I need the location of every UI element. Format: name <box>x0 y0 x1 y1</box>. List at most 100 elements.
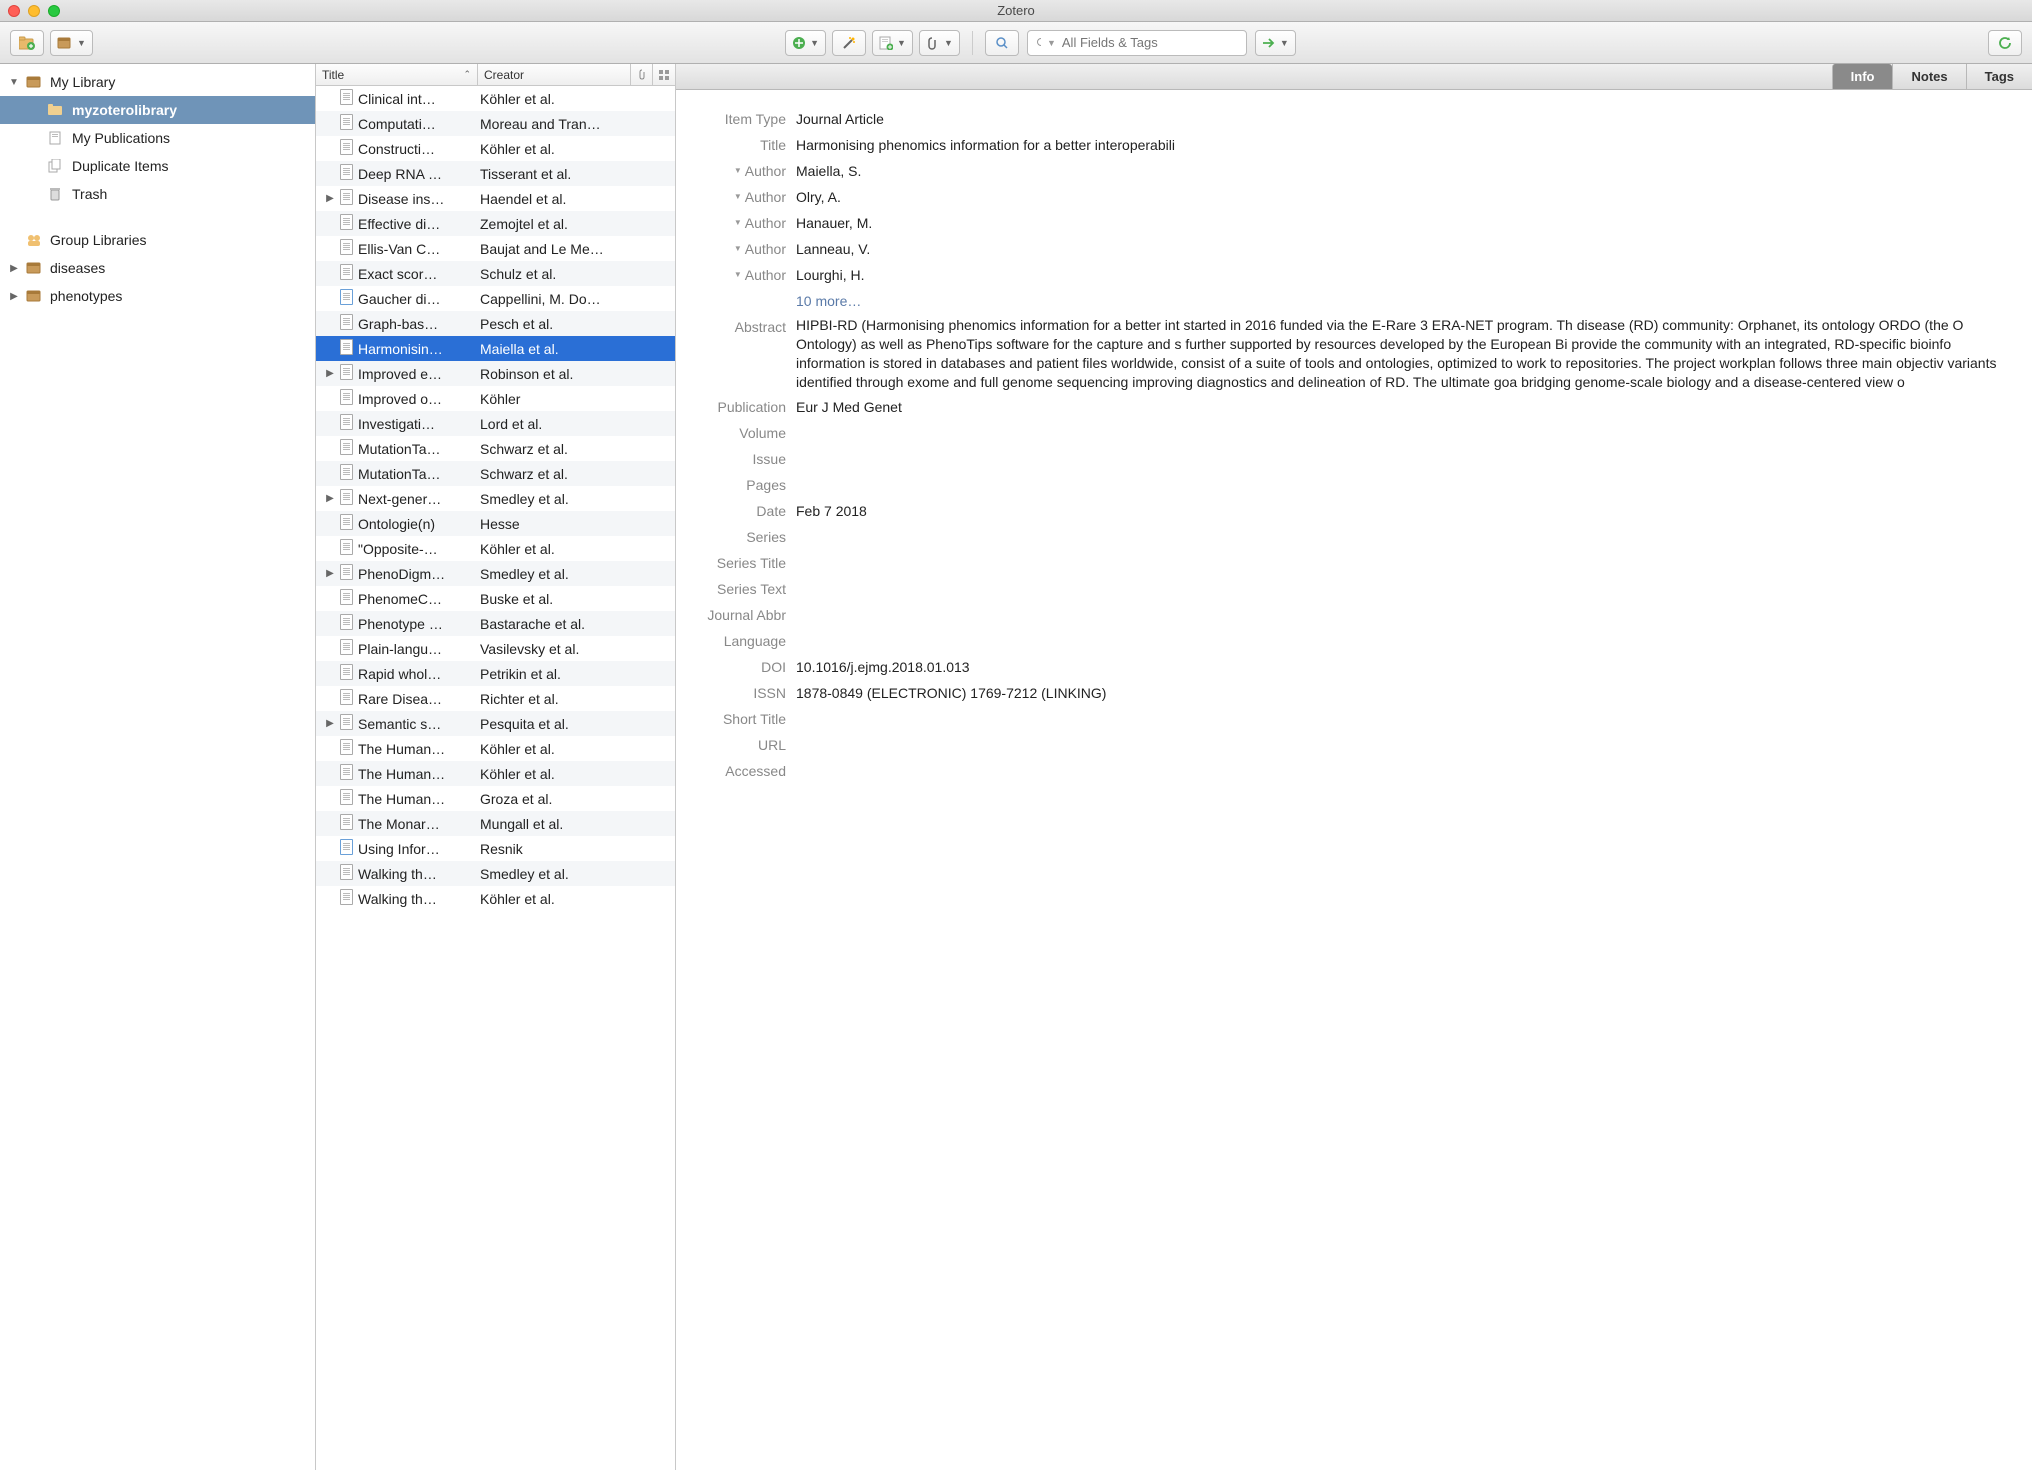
item-row[interactable]: Rapid whol…Petrikin et al. <box>316 661 675 686</box>
sidebar: ▼ My Library myzoterolibrary My Publicat… <box>0 64 316 1470</box>
wand-button[interactable] <box>832 30 866 56</box>
field-label-author[interactable]: ▼Author <box>676 160 796 182</box>
item-row[interactable]: MutationTa…Schwarz et al. <box>316 436 675 461</box>
library-icon <box>26 75 44 89</box>
item-row[interactable]: Effective di…Zemojtel et al. <box>316 211 675 236</box>
item-row[interactable]: Plain-langu…Vasilevsky et al. <box>316 636 675 661</box>
field-date[interactable]: Feb 7 2018 <box>796 500 2020 522</box>
disclosure-icon[interactable]: ▶ <box>316 493 336 504</box>
more-authors-link[interactable]: 10 more… <box>796 290 2020 312</box>
item-row[interactable]: Gaucher di…Cappellini, M. Do… <box>316 286 675 311</box>
item-row[interactable]: Ellis-Van C…Baujat and Le Me… <box>316 236 675 261</box>
field-abstract[interactable]: HIPBI-RD (Harmonising phenomics informat… <box>796 316 2020 392</box>
field-doi[interactable]: 10.1016/j.ejmg.2018.01.013 <box>796 656 2020 678</box>
tab-notes[interactable]: Notes <box>1892 64 1965 89</box>
column-header-attachment[interactable] <box>631 64 653 85</box>
item-row[interactable]: ▶PhenoDigm…Smedley et al. <box>316 561 675 586</box>
item-creator: Smedley et al. <box>476 491 675 507</box>
column-header-title[interactable]: Title ⌃ <box>316 64 478 85</box>
new-collection-button[interactable] <box>10 30 44 56</box>
item-title: Exact scor… <box>356 266 476 282</box>
item-row[interactable]: ▶Improved e…Robinson et al. <box>316 361 675 386</box>
field-author[interactable]: Lourghi, H. <box>796 264 2020 286</box>
disclosure-icon[interactable]: ▶ <box>316 368 336 379</box>
item-row[interactable]: Improved o…Köhler <box>316 386 675 411</box>
field-label-author[interactable]: ▼Author <box>676 238 796 260</box>
disclosure-icon[interactable]: ▶ <box>316 193 336 204</box>
sidebar-trash[interactable]: Trash <box>0 180 315 208</box>
column-header-creator[interactable]: Creator <box>478 64 631 85</box>
item-creator: Schwarz et al. <box>476 441 675 457</box>
column-picker[interactable] <box>653 64 675 85</box>
disclosure-icon[interactable]: ▶ <box>316 568 336 579</box>
item-creator: Köhler et al. <box>476 891 675 907</box>
item-creator: Maiella et al. <box>476 341 675 357</box>
item-row[interactable]: ▶Semantic s…Pesquita et al. <box>316 711 675 736</box>
field-issn[interactable]: 1878-0849 (ELECTRONIC) 1769-7212 (LINKIN… <box>796 682 2020 704</box>
sidebar-phenotypes[interactable]: ▶ phenotypes <box>0 282 315 310</box>
item-row[interactable]: Walking th…Köhler et al. <box>316 886 675 911</box>
advanced-search-button[interactable] <box>985 30 1019 56</box>
document-icon <box>336 614 356 633</box>
sidebar-duplicate-items[interactable]: Duplicate Items <box>0 152 315 180</box>
document-icon <box>336 864 356 883</box>
attachment-button[interactable]: ▼ <box>919 30 960 56</box>
item-row[interactable]: MutationTa…Schwarz et al. <box>316 461 675 486</box>
item-row[interactable]: Constructi…Köhler et al. <box>316 136 675 161</box>
document-icon <box>336 814 356 833</box>
sidebar-collection-selected[interactable]: myzoterolibrary <box>0 96 315 124</box>
item-row[interactable]: The Human…Köhler et al. <box>316 736 675 761</box>
disclosure-icon[interactable]: ▼ <box>8 77 20 88</box>
new-note-button[interactable]: ▼ <box>872 30 913 56</box>
field-item-type[interactable]: Journal Article <box>796 108 2020 130</box>
item-row[interactable]: ▶Next-gener…Smedley et al. <box>316 486 675 511</box>
item-row[interactable]: Rare Disea…Richter et al. <box>316 686 675 711</box>
field-author[interactable]: Maiella, S. <box>796 160 2020 182</box>
item-row[interactable]: Ontologie(n)Hesse <box>316 511 675 536</box>
new-item-button[interactable]: ▼ <box>785 30 826 56</box>
sync-button[interactable] <box>1988 30 2022 56</box>
item-row[interactable]: The Human…Groza et al. <box>316 786 675 811</box>
field-publication[interactable]: Eur J Med Genet <box>796 396 2020 418</box>
field-label-author[interactable]: ▼Author <box>676 264 796 286</box>
disclosure-icon[interactable]: ▶ <box>316 718 336 729</box>
item-row[interactable]: The Human…Köhler et al. <box>316 761 675 786</box>
disclosure-icon[interactable]: ▶ <box>8 291 20 302</box>
item-row[interactable]: PhenomeC…Buske et al. <box>316 586 675 611</box>
titlebar: Zotero <box>0 0 2032 22</box>
sidebar-my-library[interactable]: ▼ My Library <box>0 68 315 96</box>
search-input[interactable] <box>1062 35 1238 50</box>
item-row[interactable]: Investigati…Lord et al. <box>316 411 675 436</box>
item-row[interactable]: "Opposite-…Köhler et al. <box>316 536 675 561</box>
item-row[interactable]: Phenotype …Bastarache et al. <box>316 611 675 636</box>
dropdown-icon: ▼ <box>734 212 742 234</box>
item-creator: Köhler et al. <box>476 91 675 107</box>
item-row[interactable]: Using Infor…Resnik <box>316 836 675 861</box>
field-author[interactable]: Hanauer, M. <box>796 212 2020 234</box>
field-title[interactable]: Harmonising phenomics information for a … <box>796 134 2020 156</box>
sidebar-diseases[interactable]: ▶ diseases <box>0 254 315 282</box>
item-title: Harmonisin… <box>356 341 476 357</box>
field-author[interactable]: Lanneau, V. <box>796 238 2020 260</box>
item-row[interactable]: ▶Disease ins…Haendel et al. <box>316 186 675 211</box>
tab-tags[interactable]: Tags <box>1966 64 2032 89</box>
sidebar-my-publications[interactable]: My Publications <box>0 124 315 152</box>
item-row[interactable]: Graph-bas…Pesch et al. <box>316 311 675 336</box>
field-label: Series Text <box>676 578 796 600</box>
item-row[interactable]: Harmonisin…Maiella et al. <box>316 336 675 361</box>
item-row[interactable]: Walking th…Smedley et al. <box>316 861 675 886</box>
item-row[interactable]: Exact scor…Schulz et al. <box>316 261 675 286</box>
search-field[interactable]: ▼ <box>1027 30 1247 56</box>
field-author[interactable]: Olry, A. <box>796 186 2020 208</box>
item-row[interactable]: The Monar…Mungall et al. <box>316 811 675 836</box>
locate-button[interactable]: ▼ <box>1255 30 1296 56</box>
new-library-button[interactable]: ▼ <box>50 30 93 56</box>
field-label-author[interactable]: ▼Author <box>676 186 796 208</box>
disclosure-icon[interactable]: ▶ <box>8 263 20 274</box>
field-label-author[interactable]: ▼Author <box>676 212 796 234</box>
item-row[interactable]: Clinical int…Köhler et al. <box>316 86 675 111</box>
item-row[interactable]: Computati…Moreau and Tran… <box>316 111 675 136</box>
tab-info[interactable]: Info <box>1832 64 1893 89</box>
item-row[interactable]: Deep RNA …Tisserant et al. <box>316 161 675 186</box>
sidebar-group-libraries[interactable]: Group Libraries <box>0 226 315 254</box>
